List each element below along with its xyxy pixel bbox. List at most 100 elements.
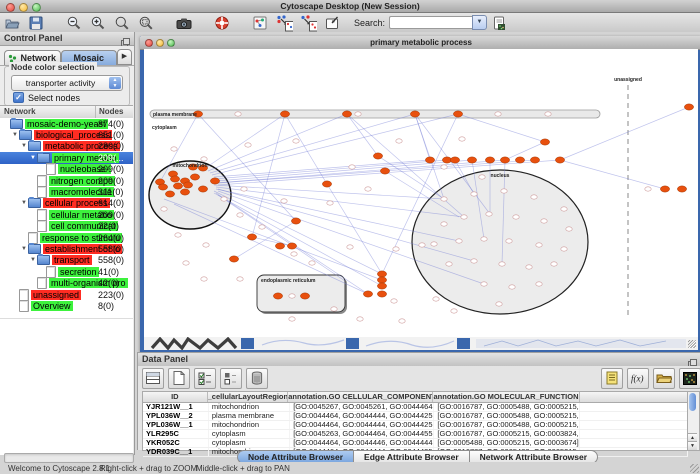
graph-node-selected[interactable] (170, 176, 179, 182)
formula-builder-icon[interactable]: f(x) (627, 368, 649, 389)
graph-node-unselected[interactable] (331, 307, 337, 311)
graph-node-unselected[interactable] (289, 294, 295, 298)
zoom-selected-region-icon[interactable] (137, 15, 155, 31)
graph-node-selected[interactable] (210, 178, 219, 184)
network-window-resize-grip[interactable] (688, 340, 696, 348)
graph-node-unselected[interactable] (526, 265, 532, 269)
expander-icon[interactable]: ▼ (20, 200, 28, 206)
unselect-attributes-icon[interactable] (220, 368, 242, 389)
cell-mf[interactable]: [GO:0016787, GO:0005488, GO:0005215, G..… (434, 412, 579, 420)
graph-node-unselected[interactable] (481, 237, 487, 241)
open-session-icon[interactable] (3, 15, 21, 31)
table-row[interactable]: YKR052Ccytoplasm[GO:0044464, GO:0044446,… (143, 439, 688, 448)
cell-extra[interactable] (580, 421, 688, 429)
graph-node-unselected[interactable] (201, 157, 207, 161)
graph-node-unselected[interactable] (183, 261, 189, 265)
graph-node-unselected[interactable] (221, 197, 227, 201)
cell-region[interactable]: plasma membrane (209, 412, 290, 420)
table-row[interactable]: YPL036W__1mitochondrion[GO:0044464, GO:0… (143, 421, 688, 430)
network-graph[interactable]: plasma membranecytoplasmmitochondrionnuc… (144, 49, 698, 337)
cell-region[interactable]: mitochondrion (209, 403, 290, 411)
import-network-icon[interactable] (323, 15, 341, 31)
window-resize-grip[interactable] (690, 464, 699, 473)
tree-row-label[interactable]: Overview (31, 301, 73, 311)
graph-node-selected[interactable] (342, 111, 351, 117)
tree-row[interactable]: macromolecule311(0) (0, 186, 133, 197)
graph-node-unselected[interactable] (509, 285, 515, 289)
graph-node-selected[interactable] (684, 104, 693, 110)
graph-node-unselected[interactable] (241, 187, 247, 191)
graph-node-unselected[interactable] (431, 242, 437, 246)
attribute-list-icon[interactable] (601, 368, 623, 389)
attribute-matrix-icon[interactable] (679, 368, 700, 389)
graph-node-unselected[interactable] (461, 215, 467, 219)
graph-node-selected[interactable] (300, 293, 309, 299)
graph-node-unselected[interactable] (513, 215, 519, 219)
graph-node-selected[interactable] (275, 243, 284, 249)
graph-node-selected[interactable] (515, 157, 524, 163)
column-header[interactable]: _cellularLayoutRegion (208, 392, 289, 402)
graph-node-unselected[interactable] (291, 252, 297, 256)
tree-row-label[interactable]: unassigned (31, 290, 81, 300)
graph-node-unselected[interactable] (471, 192, 477, 196)
graph-node-unselected[interactable] (237, 277, 243, 281)
scrollbar-thumb[interactable] (689, 393, 696, 411)
tree-row[interactable]: nitrogen compo209(0) (0, 175, 133, 186)
tree-row-label[interactable]: transport (52, 255, 92, 265)
graph-node-unselected[interactable] (495, 112, 501, 116)
graph-node-unselected[interactable] (441, 222, 447, 226)
graph-node-unselected[interactable] (289, 317, 295, 321)
graph-node-selected[interactable] (500, 157, 509, 163)
cell-mf[interactable]: [GO:0005488, GO:0005215, GO:0003674] (434, 439, 579, 447)
table-row[interactable]: YJR121W__1mitochondrion[GO:0045267, GO:0… (143, 403, 688, 412)
graph-node-unselected[interactable] (531, 195, 537, 199)
graph-node-unselected[interactable] (393, 247, 399, 251)
cell-cc[interactable]: [GO:0044464, GO:0044446, GO:0044444, G..… (290, 439, 434, 447)
tree-row[interactable]: ▼biological_process651(0) (0, 129, 133, 140)
graph-node-unselected[interactable] (293, 139, 299, 143)
graph-node-selected[interactable] (677, 186, 686, 192)
graph-node-unselected[interactable] (561, 247, 567, 251)
graph-node-unselected[interactable] (536, 243, 542, 247)
graph-node-unselected[interactable] (501, 189, 507, 193)
graph-node-unselected[interactable] (161, 207, 167, 211)
search-dropdown-button[interactable]: ▼ (472, 15, 487, 30)
graph-node-selected[interactable] (322, 181, 331, 187)
cell-id[interactable]: YKR052C (143, 439, 209, 447)
graph-node-selected[interactable] (410, 111, 419, 117)
graph-node-selected[interactable] (280, 111, 289, 117)
tree-row[interactable]: Overview8(0) (0, 300, 133, 311)
zoom-in-icon[interactable] (89, 15, 107, 31)
graph-node-unselected[interactable] (355, 112, 361, 116)
graph-node-selected[interactable] (377, 283, 386, 289)
graph-node-selected[interactable] (425, 157, 434, 163)
graph-node-selected[interactable] (287, 243, 296, 249)
node-color-dropdown[interactable]: transporter activity ▲▼ (11, 75, 123, 91)
cell-cc[interactable]: [GO:0045263, GO:0044464, GO:0044455, G..… (290, 430, 434, 438)
graph-node-unselected[interactable] (201, 277, 207, 281)
column-header[interactable]: annotation.GO CELLULAR_COMPONENT (288, 392, 433, 402)
expander-icon[interactable]: ▼ (29, 155, 37, 161)
graph-node-unselected[interactable] (281, 199, 287, 203)
graph-node-selected[interactable] (467, 157, 476, 163)
column-header[interactable]: annotation.GO MOLECULAR_FUNCTION (433, 392, 579, 402)
cell-id[interactable]: YLR295C (143, 430, 209, 438)
tree-row[interactable]: cellular metabo209(0) (0, 209, 133, 220)
cell-region[interactable]: cytoplasm (209, 430, 290, 438)
tree-row[interactable]: ▼establishment of lo558(0) (0, 243, 133, 254)
cell-id[interactable]: YJR121W__1 (143, 403, 209, 411)
graph-node-selected[interactable] (198, 186, 207, 192)
graph-node-unselected[interactable] (441, 165, 447, 169)
save-session-icon[interactable] (27, 15, 45, 31)
graph-node-unselected[interactable] (541, 219, 547, 223)
table-scrollbar[interactable]: ▲ ▼ (687, 391, 700, 451)
graph-node-unselected[interactable] (456, 239, 462, 243)
cell-id[interactable]: YPL036W__2 (143, 412, 209, 420)
graph-node-unselected[interactable] (175, 233, 181, 237)
graph-node-selected[interactable] (180, 189, 189, 195)
graph-node-unselected[interactable] (349, 165, 355, 169)
expander-icon[interactable]: ▼ (20, 143, 28, 149)
search-settings-icon[interactable] (490, 15, 508, 31)
cell-region[interactable]: mitochondrion (209, 421, 290, 429)
graph-node-selected[interactable] (183, 182, 192, 188)
